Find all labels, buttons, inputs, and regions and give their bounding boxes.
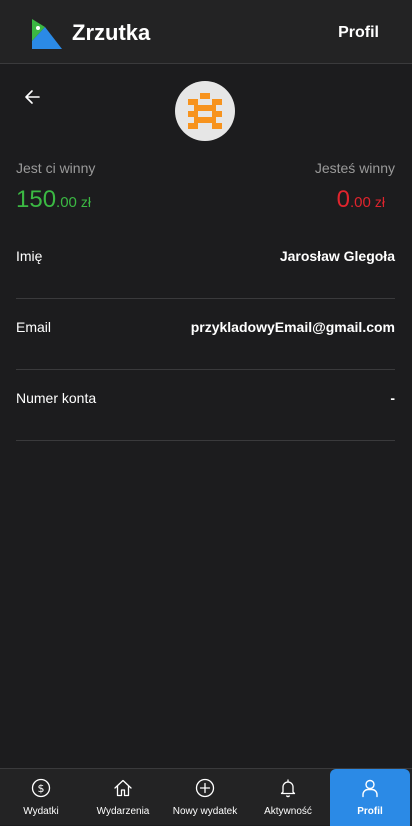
- account-number-value: -: [390, 390, 395, 406]
- app-header: Zrzutka Profil: [0, 0, 412, 64]
- profile-row-name: Imię Jarosław Glegoła: [16, 228, 395, 299]
- nav-label-profil: Profil: [357, 806, 383, 817]
- you-owe-amount: 0.00 zł: [337, 186, 385, 214]
- app-title: Zrzutka: [72, 20, 151, 45]
- nav-item-nowy-wydatek[interactable]: Nowy wydatek: [166, 769, 244, 826]
- you-owe-label: Jesteś winny: [314, 160, 395, 176]
- header-profile-link[interactable]: Profil: [338, 24, 379, 42]
- nav-label-wydarzenia: Wydarzenia: [96, 806, 150, 817]
- name-label: Imię: [16, 248, 43, 264]
- plus-circle-icon: [195, 778, 215, 798]
- bell-icon: [280, 779, 296, 798]
- nav-label-nowy-wydatek: Nowy wydatek: [172, 806, 238, 817]
- name-value: Jarosław Glegoła: [279, 248, 395, 264]
- you-owe-decimals: .00: [350, 194, 371, 211]
- identicon-image: [188, 93, 222, 129]
- profile-row-email: Email przykladowyEmail@gmail.com: [16, 299, 395, 370]
- owed-to-you-main: 150: [16, 186, 57, 213]
- app-logo[interactable]: [32, 19, 62, 49]
- nav-item-wydarzenia[interactable]: Wydarzenia: [84, 769, 162, 826]
- email-value: przykladowyEmail@gmail.com: [190, 319, 395, 335]
- bottom-navigation: $ Wydatki Wydarzenia Nowy wydatek Aktywn…: [0, 768, 412, 826]
- home-icon: [114, 779, 132, 797]
- owed-to-you-amount: 150.00 zł: [16, 186, 91, 214]
- nav-label-wydatki: Wydatki: [23, 806, 59, 817]
- owed-to-you-label: Jest ci winny: [16, 160, 96, 176]
- nav-item-profil[interactable]: Profil: [330, 769, 410, 826]
- profile-row-account-number: Numer konta -: [16, 370, 395, 441]
- user-icon: [362, 779, 378, 798]
- svg-text:$: $: [38, 782, 45, 795]
- you-owe-main: 0: [336, 186, 351, 213]
- nav-item-aktywnosc[interactable]: Aktywność: [248, 769, 328, 826]
- nav-label-aktywnosc: Aktywność: [264, 806, 312, 817]
- back-arrow-icon[interactable]: [22, 86, 44, 108]
- email-label: Email: [16, 319, 52, 335]
- owed-to-you-decimals: .00: [56, 194, 77, 211]
- you-owe-currency: zł: [374, 194, 385, 210]
- nav-item-wydatki[interactable]: $ Wydatki: [2, 769, 80, 826]
- account-number-label: Numer konta: [16, 390, 97, 406]
- avatar: [175, 81, 235, 141]
- dollar-icon: $: [31, 778, 51, 798]
- owed-to-you-currency: zł: [80, 194, 92, 210]
